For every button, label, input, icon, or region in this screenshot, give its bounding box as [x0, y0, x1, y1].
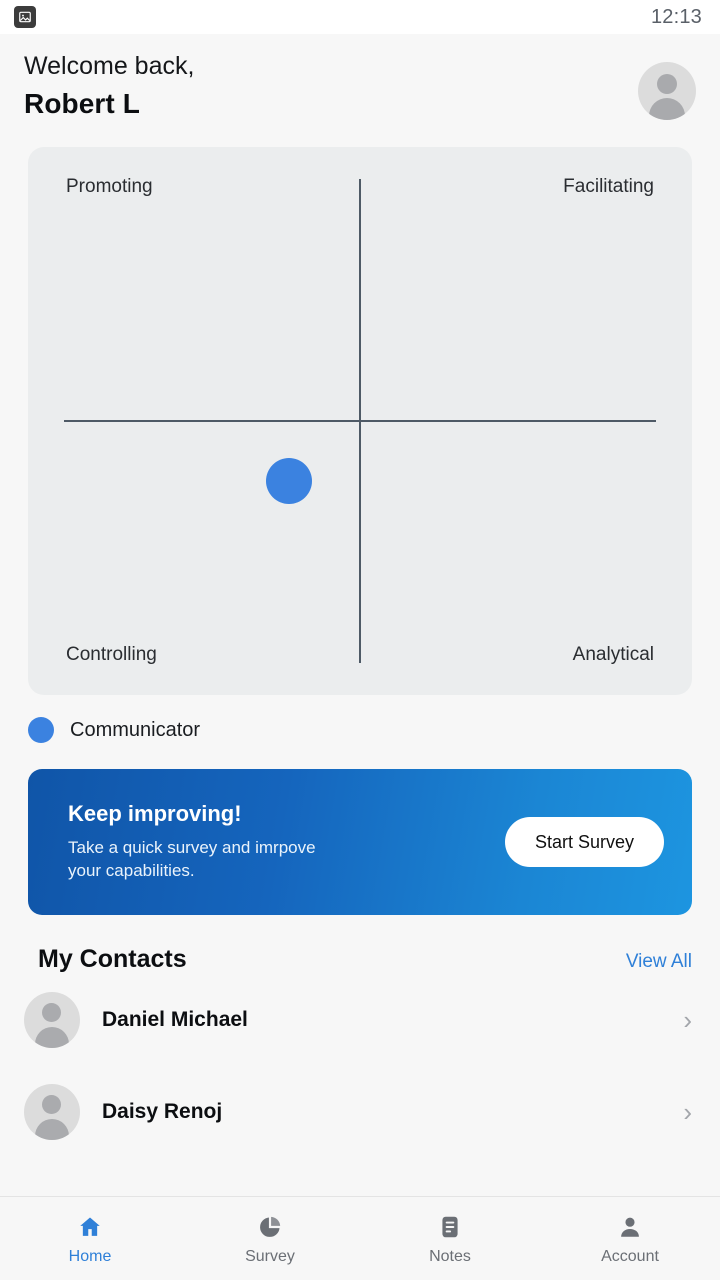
start-survey-button[interactable]: Start Survey: [504, 817, 664, 867]
promo-text-block: Keep improving! Take a quick survey and …: [68, 801, 316, 883]
view-all-link[interactable]: View All: [626, 951, 692, 973]
bottom-navigation: Home Survey Notes Account: [0, 1196, 720, 1280]
nav-item-home[interactable]: Home: [0, 1212, 180, 1266]
avatar: [24, 1084, 80, 1140]
notes-icon: [435, 1212, 465, 1242]
nav-item-survey[interactable]: Survey: [180, 1212, 360, 1266]
chart-horizontal-axis: [64, 420, 656, 422]
avatar-body: [35, 1027, 69, 1048]
list-item[interactable]: Daniel Michael ›: [0, 974, 720, 1066]
greeting-block: Welcome back, Robert L: [24, 50, 194, 125]
promo-subtitle-line2: your capabilities.: [68, 861, 195, 880]
contact-name: Daisy Renoj: [102, 1100, 223, 1123]
contact-name: Daniel Michael: [102, 1008, 248, 1031]
nav-item-notes[interactable]: Notes: [360, 1212, 540, 1266]
quadrant-label-facilitating: Facilitating: [563, 176, 654, 197]
chart-data-point: [265, 458, 312, 505]
avatar: [24, 992, 80, 1048]
nav-label-notes: Notes: [429, 1247, 471, 1265]
status-bar-left: [14, 6, 36, 28]
nav-label-account: Account: [601, 1247, 659, 1265]
image-icon: [14, 6, 36, 28]
avatar-body: [35, 1119, 69, 1140]
status-bar: 12:13: [0, 0, 720, 34]
nav-label-home: Home: [68, 1247, 112, 1265]
promo-subtitle-line1: Take a quick survey and imrpove: [68, 838, 316, 858]
avatar-head: [42, 1003, 61, 1022]
quadrant-label-analytical: Analytical: [572, 644, 654, 665]
status-bar-clock: 12:13: [650, 5, 702, 28]
page-title: Robert L: [24, 88, 140, 119]
nav-label-survey: Survey: [245, 1247, 295, 1265]
contacts-header: My Contacts View All: [0, 915, 720, 974]
list-item[interactable]: Daisy Renoj ›: [0, 1066, 720, 1158]
avatar-head: [42, 1095, 61, 1114]
chevron-right-icon: ›: [683, 1005, 692, 1035]
chevron-right-icon: ›: [683, 1097, 692, 1127]
nav-item-account[interactable]: Account: [540, 1212, 720, 1266]
avatar-body: [649, 98, 685, 120]
home-icon: [75, 1212, 105, 1242]
person-icon: [615, 1212, 645, 1242]
pie-chart-icon: [255, 1212, 285, 1242]
promo-title: Keep improving!: [68, 801, 242, 827]
quadrant-chart: Promoting Facilitating Controlling Analy…: [28, 147, 692, 695]
promo-banner: Keep improving! Take a quick survey and …: [28, 769, 692, 915]
app-root: 12:13 Welcome back, Robert L Promoting F…: [0, 0, 720, 1280]
legend-label: Communicator: [70, 718, 201, 741]
avatar[interactable]: [638, 62, 696, 120]
welcome-text: Welcome back,: [24, 52, 195, 80]
quadrant-label-controlling: Controlling: [66, 644, 157, 665]
page-header: Welcome back, Robert L: [0, 34, 720, 131]
chart-legend: Communicator: [0, 695, 720, 743]
quadrant-label-promoting: Promoting: [66, 176, 153, 197]
contacts-title: My Contacts: [38, 945, 187, 973]
avatar-head: [657, 74, 677, 94]
legend-color-swatch: [28, 717, 54, 743]
